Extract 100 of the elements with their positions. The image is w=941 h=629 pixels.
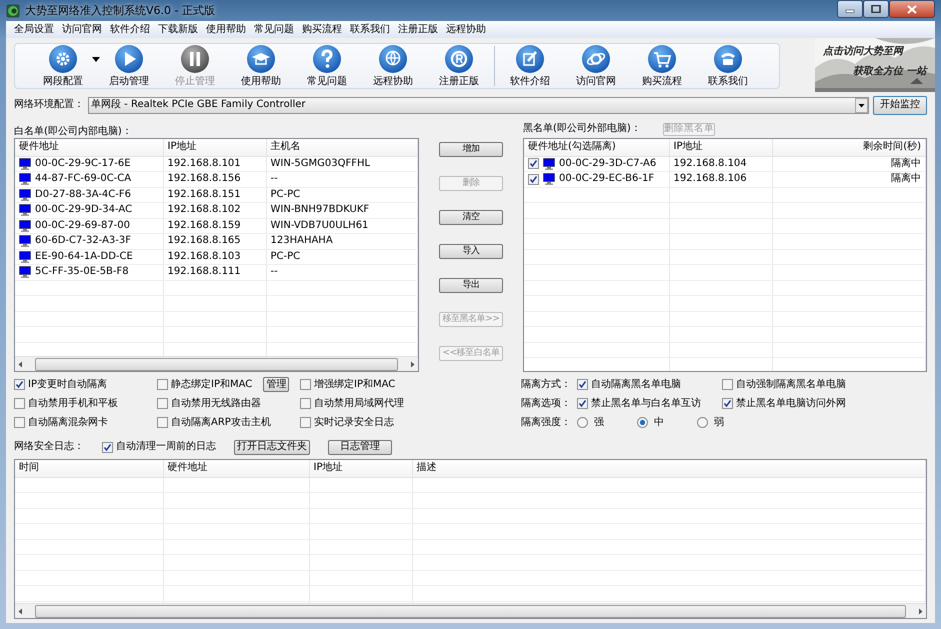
column-header[interactable]: 硬件地址 xyxy=(15,139,163,156)
checkbox[interactable] xyxy=(577,379,588,390)
checkbox[interactable] xyxy=(14,398,25,409)
column-header[interactable]: 描述 xyxy=(412,460,926,477)
checkbox[interactable] xyxy=(300,398,311,409)
checkbox[interactable] xyxy=(528,174,539,185)
action-button[interactable]: 清空 xyxy=(439,210,503,225)
column-header[interactable]: 时间 xyxy=(15,460,163,477)
checkbox[interactable] xyxy=(722,379,733,390)
close-button[interactable] xyxy=(889,0,935,18)
maximize-icon xyxy=(871,5,881,13)
section-label: 网络安全日志： xyxy=(14,441,85,453)
checkbox[interactable] xyxy=(300,417,311,428)
checkbox[interactable] xyxy=(300,379,311,390)
toolbar-button[interactable]: 联系我们 xyxy=(695,44,761,88)
toolbar-button[interactable]: 软件介绍 xyxy=(497,44,563,88)
table-cell: 00-0C-29-3D-C7-A6 xyxy=(524,156,669,172)
manage-button[interactable]: 管理 xyxy=(263,377,290,392)
table-cell: 00-0C-29-69-87-00 xyxy=(15,218,163,234)
menu-item[interactable]: 购买流程 xyxy=(298,24,346,36)
table-cell: 60-6D-C7-32-A3-3F xyxy=(15,234,163,249)
toolbar-button[interactable]: 常见问题 xyxy=(294,44,360,88)
table-cell: 192.168.8.159 xyxy=(163,218,266,234)
checkbox[interactable] xyxy=(157,398,168,409)
column-header[interactable]: 硬件地址 xyxy=(163,460,309,477)
toolbar-button[interactable]: 购买流程 xyxy=(629,44,695,88)
horizontal-scrollbar[interactable] xyxy=(15,603,926,618)
checkbox[interactable] xyxy=(577,398,588,409)
menu-item[interactable]: 常见问题 xyxy=(250,24,298,36)
column-header[interactable]: 主机名 xyxy=(266,139,418,156)
gear-icon xyxy=(48,44,78,74)
table-cell: WIN-BNH97BDKUKF xyxy=(266,202,418,218)
globe-icon xyxy=(378,44,408,74)
table-cell: PC-PC xyxy=(266,249,418,264)
menu-item[interactable]: 软件介绍 xyxy=(106,24,154,36)
option-label: 禁止黑名单与白名单互访 xyxy=(591,398,701,410)
option-label: 弱 xyxy=(714,416,724,428)
checkbox[interactable] xyxy=(157,417,168,428)
computer-icon xyxy=(543,158,555,170)
radio-button[interactable] xyxy=(637,417,648,428)
checkbox[interactable] xyxy=(528,158,539,170)
toolbar-button[interactable]: 网段配置 xyxy=(30,44,96,88)
toolbar-button[interactable]: 启动管理 xyxy=(96,44,162,88)
horizontal-scrollbar[interactable] xyxy=(15,356,418,371)
pencil-icon xyxy=(515,44,545,74)
column-header[interactable]: 硬件地址(勾选隔离) xyxy=(524,139,669,156)
toolbar-button[interactable]: 远程协助 xyxy=(360,44,426,88)
computer-icon xyxy=(19,173,31,186)
table-cell: 192.168.8.102 xyxy=(163,202,266,218)
column-header[interactable]: 剩余时间(秒) xyxy=(772,139,926,156)
menu-item[interactable]: 注册正版 xyxy=(394,24,442,36)
radio-button[interactable] xyxy=(697,417,708,428)
banner-text[interactable]: 获取全方位 一站 xyxy=(853,66,926,78)
action-button[interactable]: 增加 xyxy=(439,142,503,157)
column-header[interactable]: IP地址 xyxy=(163,139,266,156)
column-header[interactable]: IP地址 xyxy=(669,139,772,156)
network-dropdown[interactable]: 单网段 - Realtek PCIe GBE Family Controller xyxy=(88,96,869,114)
option-label: 中 xyxy=(654,416,664,428)
table-cell: 192.168.8.104 xyxy=(669,156,772,172)
toolbar-button[interactable]: 使用帮助 xyxy=(228,44,294,88)
radio-button[interactable] xyxy=(577,417,588,428)
banner-text[interactable]: 点击访问大势至网 xyxy=(823,46,903,58)
column-header[interactable]: IP地址 xyxy=(309,460,412,477)
table-cell: 192.168.8.156 xyxy=(163,172,266,187)
maximize-button[interactable] xyxy=(863,0,889,18)
checkbox[interactable] xyxy=(14,379,25,390)
table-cell: 192.168.8.103 xyxy=(163,249,266,264)
table-cell: 192.168.8.151 xyxy=(163,187,266,202)
close-icon xyxy=(907,4,917,14)
table-cell: 123HAHAHA xyxy=(266,234,418,249)
checkbox[interactable] xyxy=(157,379,168,390)
menu-item[interactable]: 下载新版 xyxy=(154,24,202,36)
menu-item[interactable]: 全局设置 xyxy=(10,24,58,36)
option-label: 自动隔离混杂网卡 xyxy=(28,416,108,428)
menu-item[interactable]: 远程协助 xyxy=(442,24,490,36)
menu-item[interactable]: 联系我们 xyxy=(346,24,394,36)
help-icon xyxy=(312,44,342,74)
log-button[interactable]: 日志管理 xyxy=(328,440,392,454)
checkbox[interactable] xyxy=(722,398,733,409)
action-button[interactable]: 导出 xyxy=(439,278,503,293)
computer-icon xyxy=(19,204,31,216)
phone-icon xyxy=(713,44,743,74)
checkbox[interactable] xyxy=(14,417,25,428)
minimize-button[interactable] xyxy=(837,0,863,18)
table-cell: EE-90-64-1A-DD-CE xyxy=(15,249,163,264)
graduation-cap-icon xyxy=(246,44,276,74)
table-cell: PC-PC xyxy=(266,187,418,202)
log-button[interactable]: 打开日志文件夹 xyxy=(234,440,310,454)
checkbox[interactable] xyxy=(102,442,113,452)
start-button[interactable]: 开始监控 xyxy=(873,96,927,114)
caret-icon xyxy=(855,98,868,112)
option-label: 自动隔离黑名单电脑 xyxy=(591,378,681,390)
toolbar-button[interactable]: 访问官网 xyxy=(563,44,629,88)
toolbar-button[interactable]: 注册正版 xyxy=(426,44,492,88)
menu-item[interactable]: 使用帮助 xyxy=(202,24,250,36)
menu-item[interactable]: 访问官网 xyxy=(58,24,106,36)
option-label: 静态绑定IP和MAC xyxy=(171,378,252,390)
pause-icon xyxy=(180,44,210,74)
action-button[interactable]: 导入 xyxy=(439,244,503,259)
caret-icon[interactable] xyxy=(92,56,100,62)
